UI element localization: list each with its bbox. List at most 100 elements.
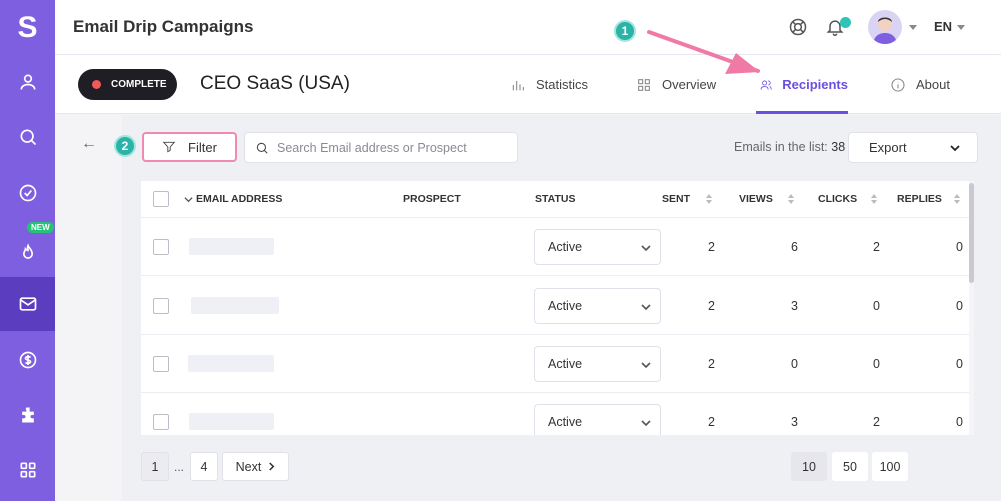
search-input[interactable] [277, 140, 507, 155]
sidebar-item-tasks[interactable] [0, 166, 55, 220]
search-icon [20, 129, 36, 146]
emails-count-value: 38 [831, 140, 846, 154]
sort-views-icon[interactable] [788, 194, 794, 206]
bar-chart-icon [512, 81, 524, 91]
views-count: 6 [791, 240, 798, 254]
filter-icon [162, 141, 176, 153]
language-selector[interactable]: EN [934, 19, 952, 34]
row-checkbox[interactable] [153, 298, 169, 314]
sidebar-item-apps[interactable] [0, 443, 55, 497]
search-icon [256, 142, 268, 154]
views-count: 0 [791, 357, 798, 371]
chevron-down-icon [641, 420, 651, 427]
page-size-100[interactable]: 100 [872, 452, 908, 481]
avatar-dropdown-caret[interactable] [909, 25, 917, 30]
table-row[interactable]: Active 2 0 0 0 [141, 335, 974, 393]
info-icon [891, 78, 905, 92]
flame-icon [22, 243, 33, 259]
column-status[interactable]: STATUS [535, 193, 575, 205]
status-dropdown[interactable]: Active [534, 346, 661, 382]
recipients-panel: Filter Emails in the list: 38 Export EMA… [122, 115, 1001, 501]
export-dropdown[interactable]: Export [848, 132, 978, 163]
sort-sent-icon[interactable] [706, 194, 712, 206]
sidebar-item-search[interactable] [0, 110, 55, 164]
column-clicks[interactable]: CLICKS [818, 193, 857, 205]
puzzle-icon [21, 407, 34, 423]
column-email[interactable]: EMAIL ADDRESS [196, 193, 282, 205]
chevron-down-icon [641, 245, 651, 252]
user-avatar-icon [873, 17, 897, 44]
tab-label: About [916, 77, 950, 92]
chevron-down-icon [641, 304, 651, 311]
status-dropdown[interactable]: Active [534, 229, 661, 265]
sidebar-item-prospects[interactable] [0, 55, 55, 109]
table-row[interactable]: Active 2 3 2 0 [141, 393, 974, 435]
emails-count: Emails in the list: 38 [734, 140, 845, 154]
clicks-count: 0 [873, 299, 880, 313]
next-page-button[interactable]: Next [222, 452, 289, 481]
notification-dot [840, 17, 851, 28]
search-field[interactable] [244, 132, 518, 163]
tab-overview[interactable]: Overview [636, 77, 726, 114]
help-button[interactable] [788, 17, 808, 37]
lifebuoy-icon [789, 18, 807, 36]
table-row[interactable]: Active 2 6 2 0 [141, 218, 974, 276]
column-sent[interactable]: SENT [662, 193, 690, 205]
pagination-ellipsis: ... [174, 460, 185, 474]
grid-icon [638, 79, 650, 91]
dollar-icon [19, 351, 36, 369]
replies-count: 0 [956, 415, 963, 429]
row-checkbox[interactable] [153, 239, 169, 255]
select-all-checkbox[interactable] [153, 191, 169, 207]
recipients-table: EMAIL ADDRESS PROSPECT STATUS SENT VIEWS… [141, 181, 974, 435]
sidebar-item-new-feature[interactable]: NEW [0, 222, 55, 276]
page-4-button[interactable]: 4 [190, 452, 218, 481]
app-logo[interactable]: S [0, 0, 55, 55]
language-dropdown-caret[interactable] [957, 25, 965, 30]
table-row[interactable]: Active 2 3 0 0 [141, 277, 974, 335]
apps-grid-icon [20, 462, 35, 478]
status-dropdown[interactable]: Active [534, 288, 661, 324]
page-1-button[interactable]: 1 [141, 452, 169, 481]
status-dropdown[interactable]: Active [534, 404, 661, 435]
row-checkbox[interactable] [153, 414, 169, 430]
user-icon [20, 74, 35, 90]
page-size-50[interactable]: 50 [832, 452, 868, 481]
new-badge: NEW [27, 222, 54, 233]
column-prospect[interactable]: PROSPECT [403, 193, 461, 205]
users-icon [760, 80, 772, 90]
sort-replies-icon[interactable] [954, 194, 960, 206]
page-size-10[interactable]: 10 [791, 452, 827, 481]
back-arrow-icon[interactable]: ← [81, 135, 97, 153]
column-views[interactable]: VIEWS [739, 193, 773, 205]
sent-count: 2 [708, 240, 715, 254]
tab-about[interactable]: About [890, 77, 970, 114]
replies-count: 0 [956, 299, 963, 313]
status-value: Active [548, 357, 583, 371]
scrollbar-thumb[interactable] [969, 183, 974, 283]
filter-button[interactable]: Filter [142, 132, 237, 162]
campaign-name: CEO SaaS (USA) [200, 73, 350, 94]
campaign-header: COMPLETE CEO SaaS (USA) Statistics Overv… [55, 55, 1001, 114]
sidebar-item-integrations[interactable] [0, 388, 55, 442]
clicks-count: 2 [873, 415, 880, 429]
tab-label: Overview [662, 77, 717, 92]
replies-count: 0 [956, 357, 963, 371]
clicks-count: 2 [873, 240, 880, 254]
status-badge-label: COMPLETE [111, 79, 167, 90]
column-replies[interactable]: REPLIES [897, 193, 942, 205]
row-checkbox[interactable] [153, 356, 169, 372]
table-scrollbar[interactable] [969, 181, 974, 435]
chevron-down-icon[interactable] [184, 195, 193, 204]
avatar[interactable] [868, 10, 902, 44]
tab-statistics[interactable]: Statistics [510, 77, 600, 114]
sidebar-item-email-drip[interactable] [0, 277, 55, 331]
table-header: EMAIL ADDRESS PROSPECT STATUS SENT VIEWS… [141, 181, 974, 218]
top-header: Email Drip Campaigns EN [55, 0, 1001, 55]
tab-recipients[interactable]: Recipients [756, 77, 848, 114]
filter-label: Filter [188, 139, 217, 155]
sidebar: S NEW [0, 0, 55, 501]
emails-count-label: Emails in the list: [734, 140, 828, 154]
sort-clicks-icon[interactable] [871, 194, 877, 206]
sidebar-item-billing[interactable] [0, 333, 55, 387]
